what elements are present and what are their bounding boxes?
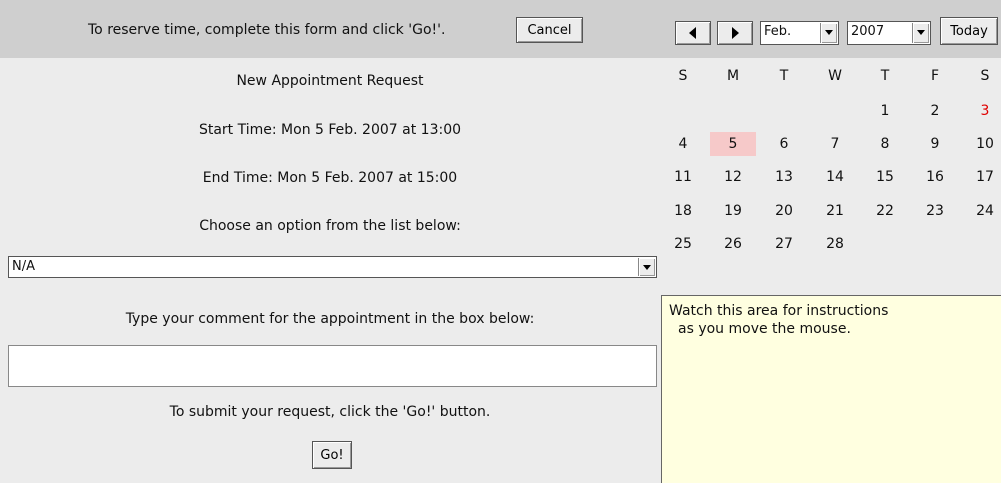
prev-month-button[interactable] (675, 21, 711, 45)
end-time: End Time: Mon 5 Feb. 2007 at 15:00 (202, 170, 458, 186)
calendar-day[interactable]: 20 (761, 199, 807, 223)
right-triangle-icon (732, 27, 739, 39)
comment-input[interactable] (8, 345, 657, 387)
calendar-day[interactable]: 22 (862, 199, 908, 223)
calendar-day[interactable]: 11 (660, 165, 706, 189)
calendar-day[interactable]: 24 (962, 199, 1001, 223)
weekday-header: S (678, 68, 688, 84)
calendar-day[interactable]: 14 (812, 165, 858, 189)
calendar-day[interactable]: 25 (660, 232, 706, 256)
calendar-day[interactable]: 18 (660, 199, 706, 223)
calendar-day[interactable]: 10 (962, 132, 1001, 156)
option-select-value: N/A (12, 259, 35, 274)
month-select-value: Feb. (764, 24, 792, 39)
calendar-day[interactable]: 27 (761, 232, 807, 256)
instructions-line-2: as you move the mouse. (678, 321, 851, 337)
month-select[interactable]: Feb. (760, 21, 839, 45)
calendar-day[interactable]: 2 (912, 99, 958, 123)
chevron-down-icon (638, 258, 655, 276)
calendar-day[interactable]: 4 (660, 132, 706, 156)
weekday-header: M (726, 68, 740, 84)
calendar-day[interactable]: 8 (862, 132, 908, 156)
calendar-day[interactable]: 13 (761, 165, 807, 189)
calendar-day[interactable]: 3 (962, 99, 1001, 123)
next-month-button[interactable] (717, 21, 753, 45)
weekday-header: S (980, 68, 990, 84)
calendar-day[interactable]: 26 (710, 232, 756, 256)
calendar-day[interactable]: 17 (962, 165, 1001, 189)
calendar-day[interactable]: 23 (912, 199, 958, 223)
year-select[interactable]: 2007 (847, 21, 931, 45)
submit-instruction: To submit your request, click the 'Go!' … (169, 404, 491, 420)
calendar-day[interactable]: 28 (812, 232, 858, 256)
calendar-day[interactable]: 1 (862, 99, 908, 123)
calendar-day[interactable]: 21 (812, 199, 858, 223)
header-instruction: To reserve time, complete this form and … (88, 22, 446, 38)
cancel-button[interactable]: Cancel (516, 17, 583, 43)
start-time: Start Time: Mon 5 Feb. 2007 at 13:00 (198, 122, 462, 138)
calendar-day[interactable]: 7 (812, 132, 858, 156)
choose-option-label: Choose an option from the list below: (199, 218, 461, 234)
chevron-down-icon (912, 23, 929, 43)
weekday-header: W (828, 68, 842, 84)
weekday-header: T (779, 68, 789, 84)
go-button[interactable]: Go! (312, 441, 352, 469)
today-button[interactable]: Today (940, 17, 998, 45)
instructions-line-1: Watch this area for instructions (669, 303, 889, 319)
calendar-day[interactable]: 6 (761, 132, 807, 156)
calendar-day[interactable]: 15 (862, 165, 908, 189)
calendar-day[interactable]: 9 (912, 132, 958, 156)
weekday-header: F (930, 68, 940, 84)
chevron-down-icon (820, 23, 837, 43)
calendar-day-selected[interactable]: 5 (710, 132, 756, 156)
calendar-day[interactable]: 19 (710, 199, 756, 223)
calendar-day[interactable]: 12 (710, 165, 756, 189)
comment-label: Type your comment for the appointment in… (125, 311, 535, 327)
calendar-day[interactable]: 16 (912, 165, 958, 189)
option-select[interactable]: N/A (8, 256, 657, 278)
weekday-header: T (880, 68, 890, 84)
year-select-value: 2007 (851, 24, 885, 39)
form-title: New Appointment Request (236, 73, 424, 89)
left-triangle-icon (689, 27, 696, 39)
instructions-panel: Watch this area for instructions as you … (661, 295, 1001, 483)
